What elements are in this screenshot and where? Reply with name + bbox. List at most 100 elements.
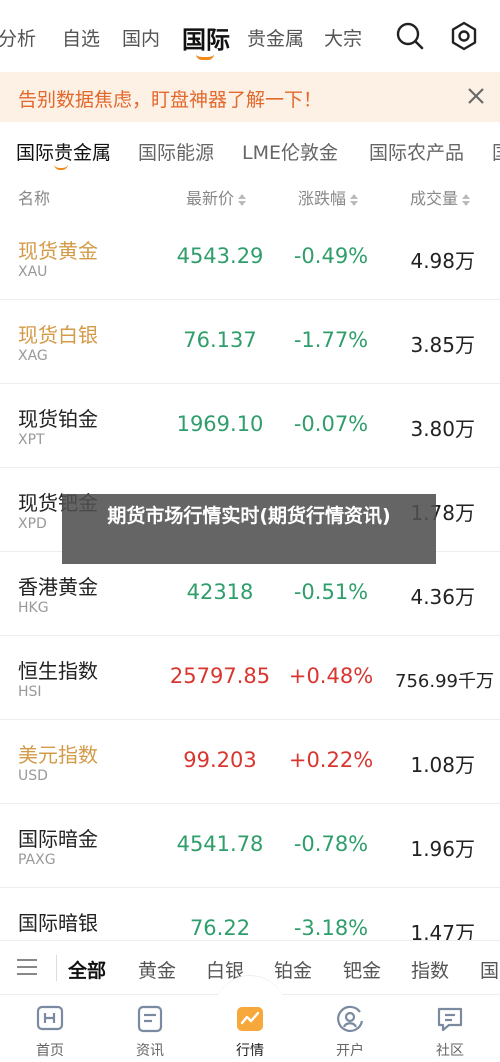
- row-code: HSI: [18, 684, 42, 700]
- row-volume: 1.96万: [410, 837, 475, 861]
- nav-market[interactable]: 行情: [200, 995, 300, 1062]
- subtab-lme[interactable]: LME伦敦金: [242, 138, 338, 165]
- row-change: -0.51%: [293, 580, 369, 604]
- subtab-more[interactable]: 国: [492, 138, 500, 165]
- close-icon[interactable]: [466, 86, 486, 106]
- title-overlay: 期货市场行情实时(期货行情资讯): [62, 494, 436, 564]
- active-subtab-indicator: [54, 164, 68, 170]
- community-icon: [437, 1007, 463, 1032]
- header-volume[interactable]: 成交量: [410, 185, 471, 209]
- overlay-title: 期货市场行情实时(期货行情资讯): [107, 505, 391, 527]
- row-change: -0.78%: [293, 832, 369, 856]
- table-row[interactable]: 美元指数 USD 99.203 +0.22% 1.08万: [0, 720, 500, 804]
- header-price-label: 最新价: [186, 189, 235, 208]
- filter-palladium[interactable]: 钯金: [343, 956, 381, 983]
- filter-index[interactable]: 指数: [411, 956, 449, 983]
- row-price: 25797.85: [169, 664, 271, 688]
- table-row[interactable]: 现货白银 XAG 76.137 -1.77% 3.85万: [0, 300, 500, 384]
- nav-home[interactable]: 首页: [0, 995, 100, 1062]
- row-code: XPD: [18, 516, 47, 532]
- row-name: 现货白银: [18, 323, 98, 347]
- divider: [56, 955, 57, 981]
- header-change-label: 涨跌幅: [298, 189, 347, 208]
- tab-international[interactable]: 国际: [182, 20, 230, 55]
- row-volume: 756.99千万: [395, 671, 494, 692]
- active-tab-indicator: [196, 54, 214, 60]
- row-name: 现货黄金: [18, 239, 98, 263]
- promo-banner[interactable]: 告别数据焦虑，盯盘神器了解一下！: [0, 72, 500, 122]
- row-code: PAXG: [18, 852, 56, 868]
- subtab-intl-agriculture[interactable]: 国际农产品: [369, 138, 464, 165]
- bottom-navigation: 首页 资讯 行情 开户 社区: [0, 975, 500, 1062]
- row-price: 1969.10: [176, 412, 264, 436]
- row-code: XAG: [18, 348, 48, 364]
- row-volume: 4.98万: [410, 249, 475, 273]
- table-row[interactable]: 恒生指数 HSI 25797.85 +0.48% 756.99千万: [0, 636, 500, 720]
- header-change[interactable]: 涨跌幅: [298, 185, 359, 209]
- tab-domestic[interactable]: 国内: [122, 24, 160, 51]
- row-volume: 1.08万: [410, 753, 475, 777]
- row-change: +0.22%: [288, 748, 374, 772]
- banner-text: 告别数据焦虑，盯盘神器了解一下！: [18, 89, 323, 111]
- row-code: XPT: [18, 432, 45, 448]
- header-volume-label: 成交量: [410, 189, 459, 208]
- subtab-intl-energy[interactable]: 国际能源: [138, 138, 214, 165]
- subtab-intl-precious-metals[interactable]: 国际贵金属: [16, 138, 111, 165]
- table-row[interactable]: 现货黄金 XAU 4543.29 -0.49% 4.98万: [0, 216, 500, 300]
- row-code: HKG: [18, 600, 49, 616]
- filter-gold[interactable]: 黄金: [138, 956, 176, 983]
- header-price[interactable]: 最新价: [186, 185, 247, 209]
- row-change: -3.18%: [293, 916, 369, 940]
- table-row[interactable]: 现货铂金 XPT 1969.10 -0.07% 3.80万: [0, 384, 500, 468]
- tab-analysis[interactable]: 分析: [0, 24, 36, 51]
- table-header: 名称 最新价 涨跌幅 成交量: [0, 176, 500, 216]
- tab-bulk-commodities[interactable]: 大宗: [324, 24, 362, 51]
- row-volume: 3.85万: [410, 333, 475, 357]
- top-navigation: 分析 自选 国内 国际 贵金属 大宗: [0, 0, 500, 72]
- row-price: 42318: [186, 580, 254, 604]
- search-icon[interactable]: [394, 20, 426, 52]
- row-price: 99.203: [183, 748, 257, 772]
- row-price: 76.137: [183, 328, 257, 352]
- row-name: 美元指数: [18, 743, 98, 767]
- row-code: XAU: [18, 264, 48, 280]
- row-price: 4541.78: [176, 832, 264, 856]
- nav-home-label: 首页: [36, 1043, 64, 1059]
- sort-icon: [350, 193, 359, 206]
- filter-all[interactable]: 全部: [68, 956, 106, 983]
- nav-community-label: 社区: [436, 1043, 464, 1059]
- row-change: +0.48%: [288, 664, 374, 688]
- nav-market-label: 行情: [236, 1043, 264, 1059]
- nav-community[interactable]: 社区: [400, 995, 500, 1062]
- row-name: 国际暗银: [18, 911, 98, 935]
- tab-precious-metals[interactable]: 贵金属: [247, 24, 304, 51]
- row-volume: 3.80万: [410, 417, 475, 441]
- row-change: -1.77%: [293, 328, 369, 352]
- row-price: 76.22: [189, 916, 251, 940]
- row-name: 国际暗金: [18, 827, 98, 851]
- row-price: 4543.29: [176, 244, 264, 268]
- home-icon: [36, 1005, 64, 1031]
- row-name: 香港黄金: [18, 575, 98, 599]
- row-change: -0.49%: [293, 244, 369, 268]
- settings-icon[interactable]: [448, 20, 480, 52]
- market-chart-icon: [237, 1007, 263, 1031]
- row-name: 恒生指数: [18, 659, 98, 683]
- nav-account-label: 开户: [336, 1043, 364, 1059]
- menu-icon[interactable]: [16, 958, 38, 976]
- filter-more[interactable]: 国: [480, 956, 499, 983]
- header-name: 名称: [18, 189, 51, 208]
- tab-watchlist[interactable]: 自选: [62, 24, 100, 51]
- filter-platinum[interactable]: 铂金: [274, 956, 312, 983]
- nav-news[interactable]: 资讯: [100, 995, 200, 1062]
- nav-news-label: 资讯: [136, 1043, 164, 1059]
- account-icon: [337, 1005, 364, 1032]
- row-code: USD: [18, 768, 48, 784]
- table-row[interactable]: 香港黄金 HKG 42318 -0.51% 4.36万: [0, 552, 500, 636]
- row-volume: 4.36万: [410, 585, 475, 609]
- table-row[interactable]: 国际暗金 PAXG 4541.78 -0.78% 1.96万: [0, 804, 500, 888]
- nav-account[interactable]: 开户: [300, 995, 400, 1062]
- row-name: 现货铂金: [18, 407, 98, 431]
- news-icon: [137, 1005, 163, 1033]
- sort-icon: [462, 193, 471, 206]
